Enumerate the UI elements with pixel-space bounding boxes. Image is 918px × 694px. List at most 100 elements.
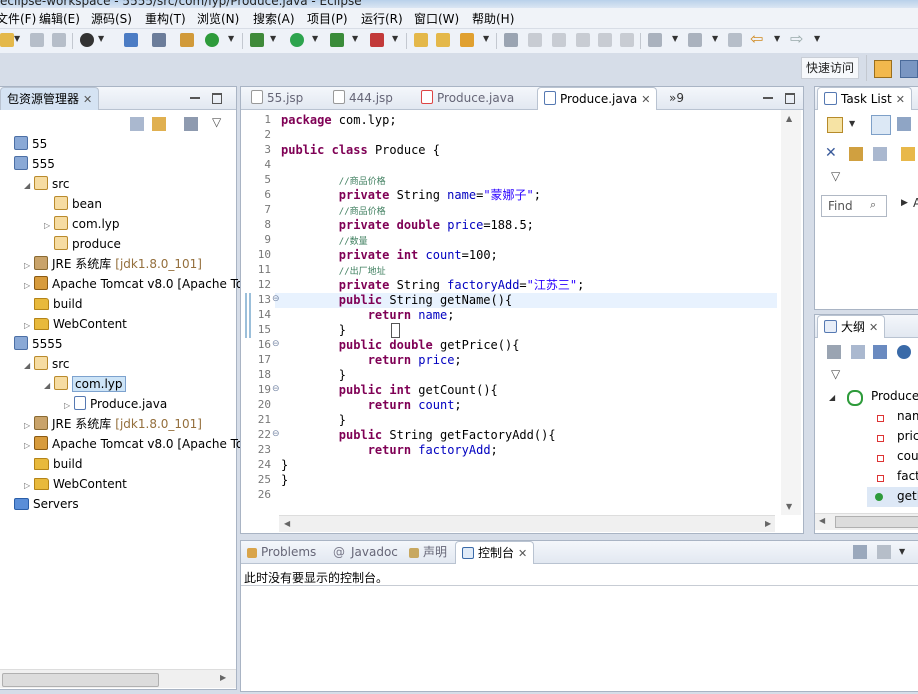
explorer-hscrollbar[interactable]: ▶ (0, 669, 236, 688)
scroll-thumb[interactable] (2, 673, 159, 687)
collapse-arrow-icon[interactable]: ◢ (24, 176, 34, 196)
tree-item[interactable]: produce (44, 234, 121, 254)
profile-dropdown-icon[interactable]: ▼ (98, 34, 104, 43)
code-line[interactable]: private String factoryAdd="江苏三"; (281, 278, 585, 293)
find-input[interactable]: Find ⌕ (821, 195, 887, 217)
back-dropdown-icon[interactable]: ▼ (774, 34, 780, 43)
expand-arrow-icon[interactable]: ▷ (24, 436, 34, 456)
outline-item[interactable]: pric (897, 429, 918, 443)
tree-item[interactable]: 555 (4, 154, 55, 174)
tree-item[interactable]: ▷ JRE 系统库 [jdk1.8.0_101] (24, 414, 202, 434)
close-icon[interactable]: ✕ (896, 93, 905, 106)
fold-toggle-icon[interactable]: ⊖ (272, 429, 280, 439)
collapse-arrow-icon[interactable]: ◢ (44, 376, 54, 396)
next-annotation-icon[interactable] (648, 33, 662, 47)
collapse-all-icon[interactable] (130, 117, 144, 131)
forward-icon[interactable]: ⇨ (790, 29, 803, 48)
view-menu-icon[interactable]: ▽ (212, 115, 221, 129)
menu-search[interactable]: 搜索(A) (253, 10, 295, 27)
collapse-outline-icon[interactable] (851, 345, 865, 359)
tree-item[interactable]: ▷ Apache Tomcat v8.0 [Apache To (24, 274, 243, 294)
toggle-mark-icon[interactable] (528, 33, 542, 47)
tab-overflow[interactable]: »9 (669, 87, 684, 109)
tree-item[interactable]: Servers (4, 494, 79, 514)
open-console-icon[interactable] (853, 545, 867, 559)
expand-arrow-icon[interactable]: ▷ (24, 416, 34, 436)
expand-arrow-icon[interactable]: ▷ (24, 256, 34, 276)
focus-outline-icon[interactable] (827, 345, 841, 359)
tree-item[interactable]: ◢ src (24, 174, 70, 194)
code-line[interactable]: return name; (281, 308, 455, 323)
code-line[interactable]: public String getFactoryAdd(){ (281, 428, 556, 443)
debug-dropdown-icon[interactable]: ▼ (270, 34, 276, 43)
debug-ext-icon[interactable] (152, 33, 166, 47)
search-tool-dropdown-icon[interactable]: ▼ (483, 34, 489, 43)
minimize-icon[interactable] (190, 93, 200, 103)
code-line[interactable]: public class Produce { (281, 143, 440, 158)
code-line[interactable]: } (281, 413, 346, 428)
new-dropdown-icon[interactable]: ▼ (14, 34, 20, 43)
categorize-icon[interactable] (871, 115, 891, 135)
code-line[interactable]: } (281, 323, 346, 338)
menu-source[interactable]: 源码(S) (91, 10, 132, 27)
save-icon[interactable] (30, 33, 44, 47)
toggle-block-icon[interactable] (552, 33, 566, 47)
expand-arrow-icon[interactable]: ◢ (829, 393, 835, 402)
menu-refactor[interactable]: 重构(T) (145, 10, 186, 27)
tree-item[interactable]: ◢ com.lyp (44, 374, 126, 394)
editor-hscrollbar[interactable]: ◀ ▶ (279, 515, 775, 532)
menu-edit[interactable]: 编辑(E) (39, 10, 80, 27)
annotation-icon[interactable] (504, 33, 518, 47)
run-icon[interactable] (290, 33, 304, 47)
close-icon[interactable]: ✕ (641, 93, 650, 106)
tab-444-jsp[interactable]: 444.jsp (333, 87, 393, 109)
code-line[interactable]: } (281, 473, 288, 488)
new-task-dropdown-icon[interactable]: ▼ (849, 119, 855, 128)
forward-dropdown-icon[interactable]: ▼ (814, 34, 820, 43)
maximize-icon[interactable] (212, 93, 222, 104)
code-line[interactable]: public String getName(){ (281, 293, 512, 308)
tab-declaration[interactable]: 声明 (409, 541, 447, 563)
scheduled-icon[interactable] (897, 117, 911, 131)
expand-arrow-icon[interactable]: ▷ (24, 276, 34, 296)
package-icon[interactable] (180, 33, 194, 47)
code-line[interactable]: //出厂地址 (281, 263, 386, 278)
menu-navigate[interactable]: 浏览(N) (197, 10, 239, 27)
tab-outline[interactable]: 大纲 ✕ (817, 315, 886, 338)
view-menu-icon[interactable]: ▽ (831, 367, 840, 381)
expand-arrow-icon[interactable]: ▷ (44, 216, 54, 236)
maximize-icon[interactable] (785, 93, 795, 104)
menu-window[interactable]: 窗口(W) (414, 10, 459, 27)
code-line[interactable]: private double price=188.5; (281, 218, 534, 233)
java-ee-perspective-icon[interactable] (900, 60, 918, 78)
scroll-right-icon[interactable]: ▶ (220, 673, 232, 685)
next-annotation-dropdown-icon[interactable]: ▼ (672, 34, 678, 43)
minimize-icon[interactable] (763, 93, 773, 103)
code-line[interactable]: //数量 (281, 233, 368, 248)
prev-annotation-icon[interactable] (688, 33, 702, 47)
run-dropdown-icon[interactable]: ▼ (312, 34, 318, 43)
tab-55-jsp[interactable]: 55.jsp (251, 87, 303, 109)
collapse-arrow-icon[interactable]: ◢ (24, 356, 34, 376)
block-select-icon[interactable] (620, 33, 634, 47)
coverage-dropdown-icon[interactable]: ▼ (352, 34, 358, 43)
show-whitespace-icon[interactable] (576, 33, 590, 47)
tab-produce-java-1[interactable]: Produce.java (421, 87, 514, 109)
code-line[interactable]: return price; (281, 353, 462, 368)
code-line[interactable]: } (281, 368, 346, 383)
code-line[interactable]: public int getCount(){ (281, 383, 498, 398)
code-line[interactable]: return count; (281, 398, 462, 413)
code-line[interactable]: } (281, 458, 288, 473)
tree-item[interactable]: bean (44, 194, 102, 214)
expand-arrow-icon[interactable]: ▷ (24, 316, 34, 336)
code-line[interactable]: //商品价格 (281, 203, 386, 218)
scroll-up-icon[interactable]: ▲ (786, 114, 792, 123)
save-all-icon[interactable] (52, 33, 66, 47)
expand-arrow-icon[interactable]: ▷ (64, 396, 74, 416)
external-tools-dropdown-icon[interactable]: ▼ (392, 34, 398, 43)
tree-item[interactable]: ▷ WebContent (24, 474, 127, 494)
open-type-icon[interactable] (414, 33, 428, 47)
collapse-tasks-icon[interactable] (873, 147, 887, 161)
hide-fields-icon[interactable] (897, 345, 911, 359)
outline-item[interactable]: cou (897, 449, 918, 463)
